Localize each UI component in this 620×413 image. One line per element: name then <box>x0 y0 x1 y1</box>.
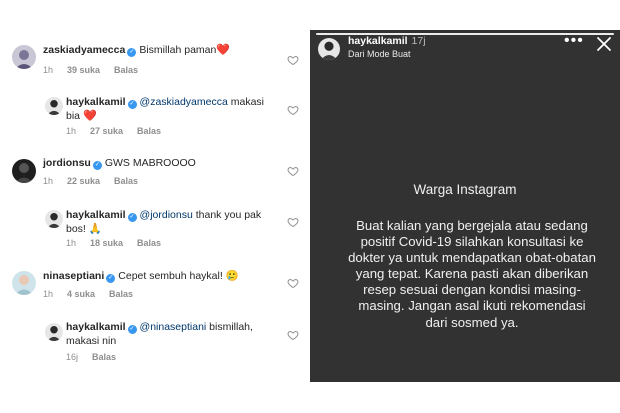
comment-username[interactable]: ninaseptiani <box>43 270 104 282</box>
comment-time: 16j <box>66 352 79 362</box>
comment-text: jordionsu ✓ GWS MABROOOO <box>43 156 273 170</box>
comment-reply-item: haykalkamil ✓ @zaskiadyamecca makasi bia ❤… <box>0 90 306 140</box>
avatar[interactable] <box>45 97 63 115</box>
mention-link[interactable]: @jordionsu <box>140 209 193 221</box>
story-username[interactable]: haykalkamil <box>348 35 408 47</box>
heart-outline-icon[interactable] <box>287 277 299 289</box>
comment-likes[interactable]: 18 suka <box>90 238 123 248</box>
comment-time: 1h <box>66 126 77 136</box>
comment-item: ninaseptiani ✓ Cepet sembuh haykal! 🥲 1h 4 … <box>0 262 306 307</box>
comment-username[interactable]: haykalkamil <box>66 96 126 108</box>
story-body-text: Buat kalian yang bergejala atau sedang p… <box>348 218 596 330</box>
mention-link[interactable]: @zaskiadyamecca <box>140 96 228 108</box>
story-header-user: haykalkamil 17j <box>348 35 426 47</box>
comment-meta: 16j Balas <box>66 351 130 363</box>
comment-item: jordionsu ✓ GWS MABROOOO 1h 22 suka Balas <box>0 150 306 190</box>
story-title: Warga Instagram <box>413 182 517 197</box>
comment-meta: 1h 27 suka Balas <box>66 125 175 137</box>
comment-text: ninaseptiani ✓ Cepet sembuh haykal! 🥲 <box>43 269 273 283</box>
story-viewer[interactable]: haykalkamil 17j Dari Mode Buat ••• Warga … <box>310 30 620 382</box>
comment-username[interactable]: jordionsu <box>43 157 91 169</box>
heart-outline-icon[interactable] <box>287 216 299 228</box>
comment-likes[interactable]: 4 suka <box>67 289 95 299</box>
comment-meta: 1h 4 suka Balas <box>43 288 147 300</box>
story-time: 17j <box>411 35 426 47</box>
reply-button[interactable]: Balas <box>92 352 116 362</box>
comment-meta: 1h 22 suka Balas <box>43 175 152 187</box>
close-icon[interactable] <box>596 36 612 52</box>
comment-username[interactable]: haykalkamil <box>66 321 126 333</box>
comment-reply-item: haykalkamil ✓ @jordionsu thank you pak bos… <box>0 205 306 250</box>
comment-time: 1h <box>43 176 54 186</box>
heart-outline-icon[interactable] <box>287 54 299 66</box>
comment-username[interactable]: zaskiadyamecca <box>43 44 125 56</box>
comment-text: haykalkamil ✓ @jordionsu thank you pak bos… <box>66 208 272 236</box>
comment-time: 1h <box>43 65 54 75</box>
comment-likes[interactable]: 39 suka <box>67 65 100 75</box>
comment-username[interactable]: haykalkamil <box>66 209 126 221</box>
verified-badge-icon: ✓ <box>127 213 137 222</box>
heart-outline-icon[interactable] <box>287 329 299 341</box>
avatar[interactable] <box>12 159 36 183</box>
comment-likes[interactable]: 22 suka <box>67 176 100 186</box>
comment-text: haykalkamil ✓ @zaskiadyamecca makasi bia ❤… <box>66 95 266 123</box>
comment-time: 1h <box>43 289 54 299</box>
mention-link[interactable]: @ninaseptiani <box>140 321 207 333</box>
comments-panel: zaskiadyamecca ✓ Bismillah paman❤️ 1h 39 su… <box>0 0 306 413</box>
comment-text: zaskiadyamecca ✓ Bismillah paman❤️ <box>43 43 273 57</box>
heart-emoji: ❤️ <box>216 44 231 56</box>
comment-body: GWS MABROOOO <box>104 157 196 169</box>
heart-outline-icon[interactable] <box>287 104 299 116</box>
comment-item: zaskiadyamecca ✓ Bismillah paman❤️ 1h 39 su… <box>0 0 306 75</box>
pray-emoji: 🙏 <box>88 223 102 235</box>
heart-emoji: ❤️ <box>82 110 97 122</box>
verified-badge-icon: ✓ <box>92 161 102 170</box>
reply-button[interactable]: Balas <box>109 289 133 299</box>
avatar[interactable] <box>12 45 36 69</box>
avatar[interactable] <box>45 323 63 341</box>
reply-button[interactable]: Balas <box>114 176 138 186</box>
more-icon[interactable]: ••• <box>564 33 584 49</box>
reply-button[interactable]: Balas <box>114 65 138 75</box>
tear-emoji: 🥲 <box>225 270 239 282</box>
comment-meta: 1h 18 suka Balas <box>66 237 175 249</box>
reply-button[interactable]: Balas <box>137 238 161 248</box>
comment-time: 1h <box>66 238 77 248</box>
verified-badge-icon: ✓ <box>127 100 137 109</box>
comment-text: haykalkamil ✓ @ninaseptiani bismillah, mak… <box>66 320 272 348</box>
story-bottom-margin <box>310 382 620 413</box>
avatar[interactable] <box>45 210 63 228</box>
avatar[interactable] <box>12 271 36 295</box>
story-subtitle: Dari Mode Buat <box>348 49 411 59</box>
verified-badge-icon: ✓ <box>127 325 137 334</box>
comment-reply-item: haykalkamil ✓ @ninaseptiani bismillah, mak… <box>0 318 306 368</box>
heart-outline-icon[interactable] <box>287 165 299 177</box>
comment-body: Cepet sembuh haykal! <box>118 270 226 282</box>
comment-body: Bismillah paman <box>139 44 217 56</box>
story-avatar[interactable] <box>318 38 340 60</box>
comment-meta: 1h 39 suka Balas <box>43 64 152 76</box>
verified-badge-icon: ✓ <box>127 48 137 57</box>
verified-badge-icon: ✓ <box>106 274 116 283</box>
comment-likes[interactable]: 27 suka <box>90 126 123 136</box>
reply-button[interactable]: Balas <box>137 126 161 136</box>
